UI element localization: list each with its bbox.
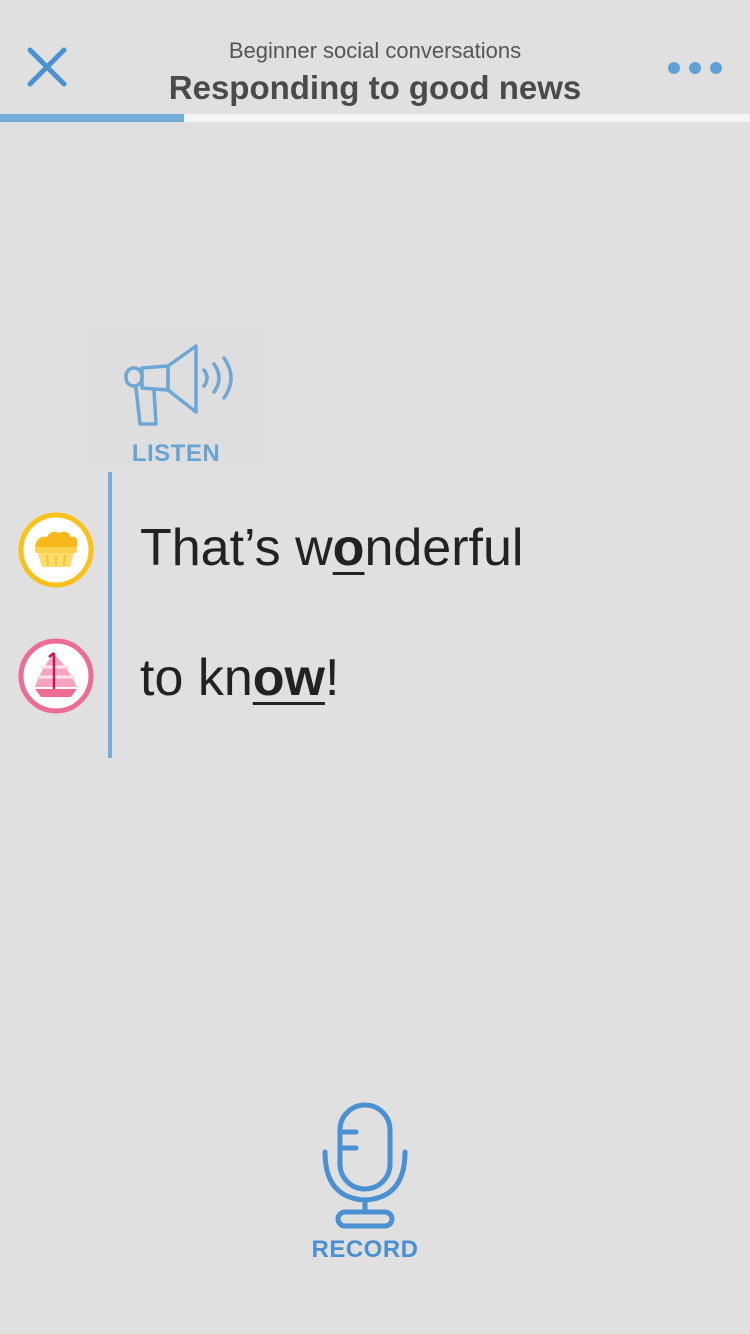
sailboat-avatar-icon (18, 638, 94, 714)
conversation-divider (108, 472, 112, 758)
more-options-button[interactable] (660, 54, 730, 84)
pie-avatar-icon (18, 512, 94, 588)
line-2-text-after: ! (324, 649, 340, 707)
lesson-progress-fill (0, 114, 184, 122)
listen-button[interactable]: LISTEN (88, 328, 264, 468)
line-1-stressed-sound: o (332, 519, 365, 577)
line-2-text-before: to kn (140, 649, 253, 707)
listen-label: LISTEN (131, 440, 221, 467)
line-1-text-after: nderful (364, 519, 524, 577)
speaker-1-avatar (17, 511, 95, 589)
dialogue-line-1: That’s wonderful (140, 516, 523, 580)
speaker-2-avatar (17, 637, 95, 715)
microphone-icon (322, 1102, 408, 1229)
dialogue-line-2: to know! (140, 646, 339, 710)
lesson-progress-bar (0, 114, 750, 122)
line-2-stressed-sound: ow (252, 649, 325, 707)
megaphone-icon (124, 344, 233, 426)
record-button[interactable]: RECORD (295, 1100, 435, 1270)
more-dots-icon (668, 62, 722, 74)
header-titles: Beginner social conversations Responding… (0, 36, 750, 110)
record-label: RECORD (311, 1236, 419, 1263)
lesson-category: Beginner social conversations (228, 38, 522, 63)
line-1-text-before: That’s w (140, 519, 333, 577)
header: Beginner social conversations Responding… (0, 0, 750, 122)
lesson-title: Responding to good news (168, 69, 582, 106)
